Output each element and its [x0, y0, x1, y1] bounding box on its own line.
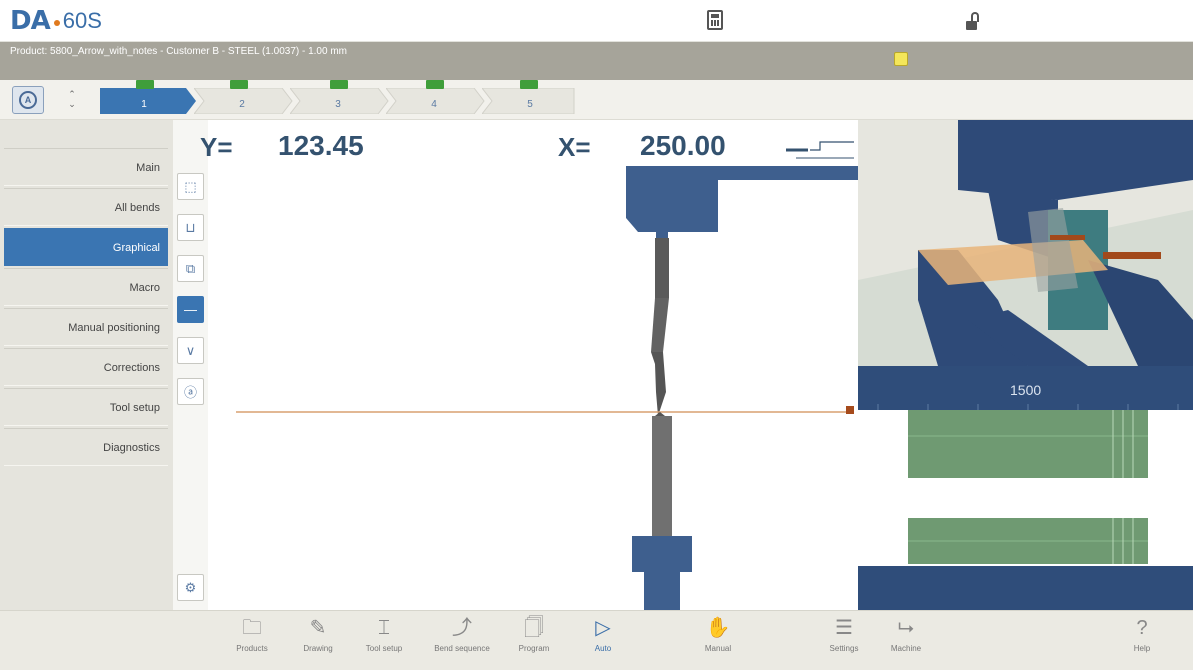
bend-angle-icon[interactable]: ∨	[177, 337, 204, 364]
note-icon[interactable]	[894, 52, 908, 66]
logo-dot	[53, 20, 60, 26]
bend-step-3[interactable]: 3	[290, 80, 389, 114]
bend-step-number: 1	[141, 99, 147, 110]
app-window: DA 60S Product: 5800_Arrow_with_notes - …	[0, 0, 1193, 670]
nav-item-corrections[interactable]: Corrections	[4, 348, 168, 386]
bend-step-2[interactable]: 2	[194, 80, 293, 114]
bend-step-badge	[520, 80, 538, 89]
auto-icon[interactable]: ⓐ	[177, 378, 204, 405]
bottom-auto-button[interactable]: ▷ Auto	[573, 612, 633, 668]
hand-icon: ✋	[705, 617, 731, 639]
zoom-fit-icon[interactable]: ⬚	[177, 173, 204, 200]
pencil-icon: ✎	[309, 617, 327, 639]
bend-step-badge	[230, 80, 248, 89]
nav-item-manual-positioning[interactable]: Manual positioning	[4, 308, 168, 346]
calculator-icon[interactable]	[707, 10, 723, 30]
bend-step-5[interactable]: 5	[482, 80, 580, 114]
step-up-down-icon[interactable]: ⌃ ⌄	[60, 86, 84, 114]
list-icon: ☰	[835, 617, 853, 639]
bottom-bend-sequence-button[interactable]: ⤴ Bend sequence	[432, 612, 492, 668]
program-icon: 🗍	[524, 617, 544, 639]
settings-gear-icon[interactable]: ⚙	[177, 574, 204, 601]
top-view-length: 1500	[1010, 382, 1042, 398]
bend-step-1[interactable]: 1	[100, 80, 198, 114]
nav-item-all-bends[interactable]: All bends	[4, 188, 168, 226]
bend-step-number: 4	[431, 99, 437, 110]
product-view-icon[interactable]: ⊔	[177, 214, 204, 241]
bottom-help-button[interactable]: ? Help	[1112, 612, 1172, 668]
3d-machine-drawing	[858, 120, 1193, 366]
bend-step-number: 5	[527, 99, 533, 110]
flat-sheet-icon[interactable]: —	[177, 296, 204, 323]
auto-mode-icon: A	[19, 91, 37, 109]
logo-model: 60S	[62, 8, 102, 33]
bend-step-4[interactable]: 4	[386, 80, 485, 114]
bottom-settings-button[interactable]: ☰ Settings	[814, 612, 874, 668]
tool-setup-icon: ⌶	[378, 617, 390, 639]
nav-item-tool-setup[interactable]: Tool setup	[4, 388, 168, 426]
bottom-tool-setup-button[interactable]: ⌶ Tool setup	[354, 612, 414, 668]
auto-mode-button[interactable]: A	[12, 86, 44, 114]
top-view-panel[interactable]	[858, 366, 1193, 610]
logo-brand: DA	[10, 6, 51, 36]
bend-step-badge	[136, 80, 154, 89]
upper-beam	[626, 166, 858, 238]
bottom-manual-button[interactable]: ✋ Manual	[688, 612, 748, 668]
folder-icon: 🗀	[242, 617, 262, 639]
punch-tool	[651, 238, 669, 416]
bottom-drawing-button[interactable]: ✎ Drawing	[288, 612, 348, 668]
backgauge-finger	[846, 406, 854, 414]
nav-item-main[interactable]: Main	[4, 148, 168, 186]
bend-step-badge	[426, 80, 444, 89]
nav-item-diagnostics[interactable]: Diagnostics	[4, 428, 168, 466]
bottom-program-button[interactable]: 🗍 Program	[504, 612, 564, 668]
3d-machine-view[interactable]	[858, 120, 1193, 366]
bend-step-number: 3	[335, 99, 341, 110]
press-brake-drawing	[236, 141, 858, 610]
nav-item-graphical[interactable]: Graphical	[4, 228, 168, 266]
bend-graphics-view: Y= 123.45 X= 250.00	[200, 120, 858, 610]
left-navigation: Main All bends Graphical Macro Manual po…	[0, 120, 173, 610]
backgauge-symbol-icon	[786, 141, 854, 159]
bend-sequence-icon: ⤴	[452, 617, 472, 639]
play-icon: ▷	[595, 617, 611, 639]
nav-item-macro[interactable]: Macro	[4, 268, 168, 306]
die-tool	[632, 412, 692, 610]
bend-step-badge	[330, 80, 348, 89]
logo: DA 60S	[10, 6, 102, 36]
product-title: Product: 5800_Arrow_with_notes - Custome…	[10, 46, 347, 57]
product-bar: Product: 5800_Arrow_with_notes - Custome…	[0, 42, 1193, 80]
help-icon: ?	[1136, 617, 1148, 639]
unlock-icon[interactable]	[966, 12, 980, 30]
bend-step-number: 2	[239, 99, 245, 110]
bottom-machine-button[interactable]: ⮡ Machine	[876, 612, 936, 668]
machine-icon: ⮡	[898, 617, 914, 639]
top-view-drawing	[858, 366, 1193, 610]
bottom-products-button[interactable]: 🗀 Products	[222, 612, 282, 668]
top-bar: DA 60S	[0, 0, 1193, 42]
3d-view-icon[interactable]: ⧉	[177, 255, 204, 282]
